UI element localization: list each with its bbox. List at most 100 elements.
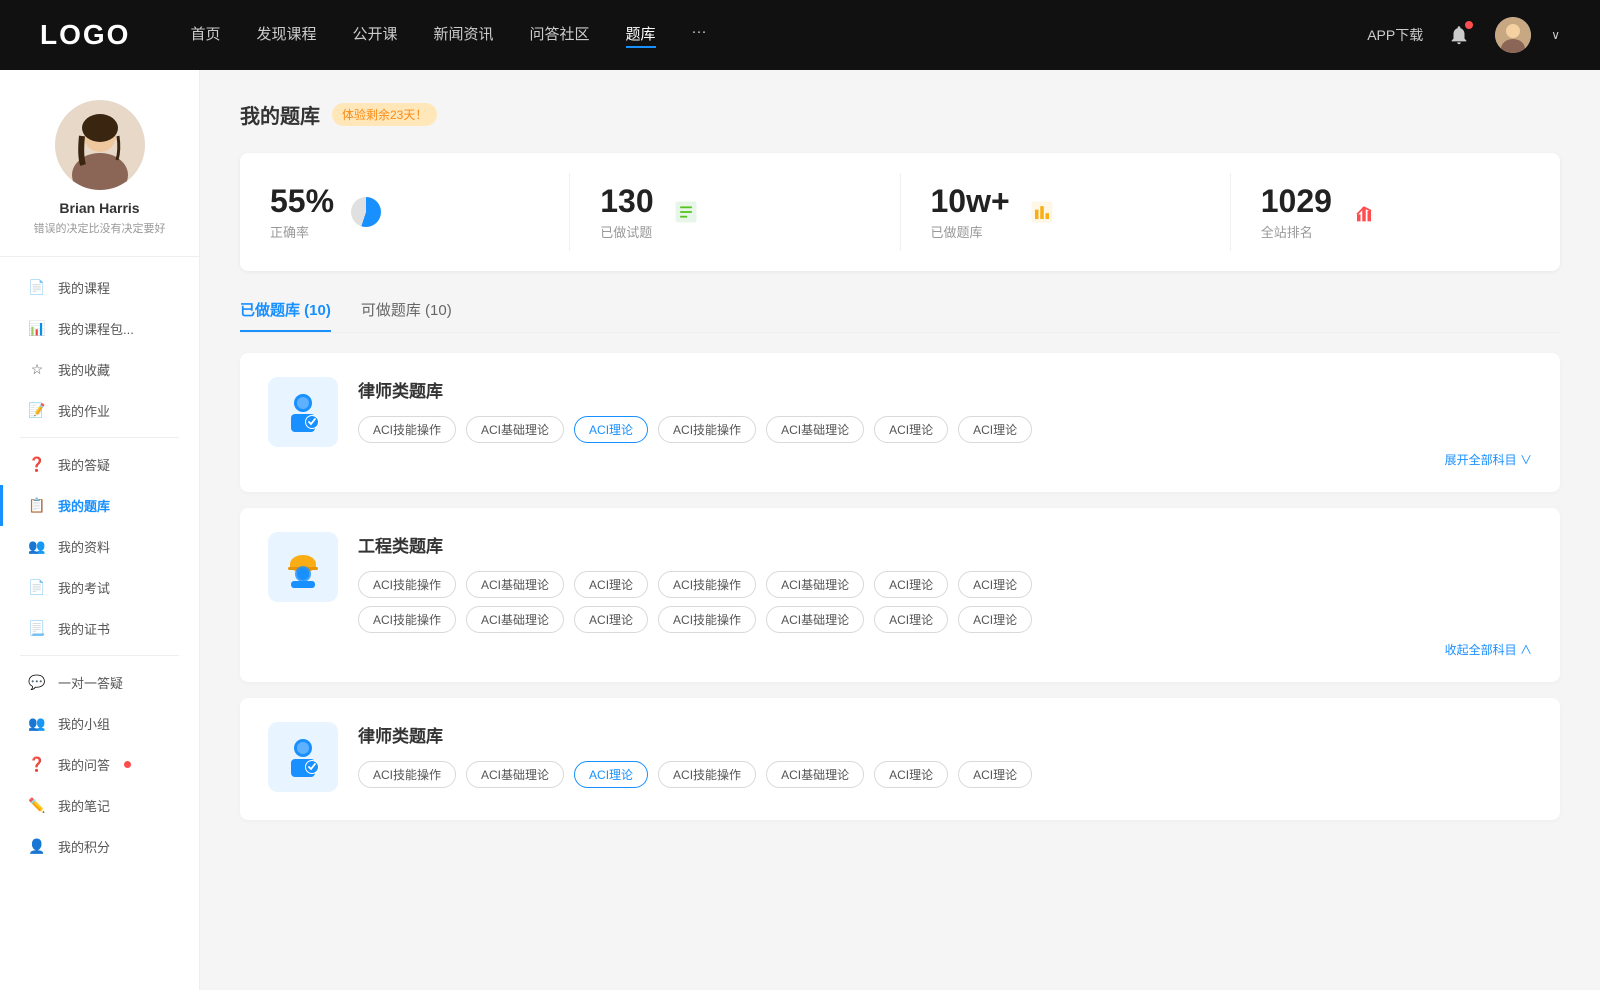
tabs-row: 已做题库 (10) 可做题库 (10) — [240, 299, 1560, 333]
page-title: 我的题库 — [240, 100, 320, 129]
stats-row: 55% 正确率 130 已做试题 — [240, 153, 1560, 271]
sidebar-item-label: 我的问答 — [58, 755, 110, 774]
tags-row-lawyer-2: ACI技能操作 ACI基础理论 ACI理论 ACI技能操作 ACI基础理论 AC… — [358, 761, 1532, 788]
sidebar-menu: 📄 我的课程 📊 我的课程包... ☆ 我的收藏 📝 我的作业 ❓ 我的答疑 � — [0, 257, 199, 877]
nav-qa[interactable]: 问答社区 — [530, 23, 590, 48]
sidebar-item-my-certs[interactable]: 📃 我的证书 — [0, 608, 199, 649]
tag[interactable]: ACI技能操作 — [658, 761, 756, 788]
certs-icon: 📃 — [28, 620, 46, 637]
qbank-card-engineer-1: 工程类题库 ACI技能操作 ACI基础理论 ACI理论 ACI技能操作 ACI基… — [240, 508, 1560, 682]
qbank-icon-lawyer — [268, 377, 338, 447]
logo: LOGO — [40, 19, 130, 51]
nav-news[interactable]: 新闻资讯 — [434, 23, 494, 48]
sidebar-item-my-exams[interactable]: 📄 我的考试 — [0, 567, 199, 608]
tag[interactable]: ACI理论 — [958, 761, 1032, 788]
qbank-card-lawyer-2: 律师类题库 ACI技能操作 ACI基础理论 ACI理论 ACI技能操作 ACI基… — [240, 698, 1560, 820]
tag[interactable]: ACI基础理论 — [766, 761, 864, 788]
qbank-icon-lawyer-2 — [268, 722, 338, 792]
collapse-link-engineer-1[interactable]: 收起全部科目 ∧ — [358, 641, 1532, 658]
navbar-menu: 首页 发现课程 公开课 新闻资讯 问答社区 题库 ··· — [190, 23, 1367, 48]
user-menu-chevron[interactable]: ∨ — [1551, 28, 1560, 42]
ranking-icon — [1346, 194, 1382, 230]
qbank-title-lawyer-1: 律师类题库 — [358, 377, 1532, 402]
tag[interactable]: ACI技能操作 — [358, 571, 456, 598]
done-questions-icon — [668, 194, 704, 230]
notification-button[interactable] — [1443, 19, 1475, 51]
main-content: 我的题库 体验剩余23天！ 55% 正确率 130 已做试题 — [200, 70, 1600, 990]
stat-done-banks-label: 已做题库 — [931, 222, 1010, 241]
tab-done[interactable]: 已做题库 (10) — [240, 299, 331, 332]
stat-done-questions: 130 已做试题 — [570, 173, 900, 251]
stat-ranking-value: 1029 — [1261, 183, 1332, 220]
page-title-row: 我的题库 体验剩余23天！ — [240, 100, 1560, 129]
nav-home[interactable]: 首页 — [190, 23, 220, 48]
nav-openclass[interactable]: 公开课 — [352, 23, 397, 48]
sidebar-item-my-favorites[interactable]: ☆ 我的收藏 — [0, 349, 199, 390]
sidebar-item-my-homework[interactable]: 📝 我的作业 — [0, 390, 199, 431]
nav-discover[interactable]: 发现课程 — [256, 23, 316, 48]
notes-icon: ✏️ — [28, 797, 46, 814]
tag[interactable]: ACI基础理论 — [766, 571, 864, 598]
tag[interactable]: ACI理论 — [574, 606, 648, 633]
stat-done-q-label: 已做试题 — [600, 222, 653, 241]
sidebar-item-label: 我的笔记 — [58, 796, 110, 815]
app-download-link[interactable]: APP下载 — [1367, 25, 1423, 45]
stat-done-banks: 10w+ 已做题库 — [901, 173, 1231, 251]
questions-red-dot — [124, 761, 131, 768]
tag[interactable]: ACI技能操作 — [658, 571, 756, 598]
sidebar-item-label: 我的答疑 — [58, 455, 110, 474]
nav-more[interactable]: ··· — [692, 23, 707, 48]
sidebar-item-my-data[interactable]: 👥 我的资料 — [0, 526, 199, 567]
stat-accuracy-label: 正确率 — [270, 222, 334, 241]
sidebar-item-label: 我的作业 — [58, 401, 110, 420]
stat-ranking-label: 全站排名 — [1261, 222, 1332, 241]
tag[interactable]: ACI基础理论 — [466, 606, 564, 633]
tag[interactable]: ACI理论 — [958, 416, 1032, 443]
tag[interactable]: ACI理论 — [874, 606, 948, 633]
sidebar-item-one-on-one[interactable]: 💬 一对一答疑 — [0, 662, 199, 703]
navbar: LOGO 首页 发现课程 公开课 新闻资讯 问答社区 题库 ··· APP下载 … — [0, 0, 1600, 70]
sidebar-item-my-courses[interactable]: 📄 我的课程 — [0, 267, 199, 308]
tag[interactable]: ACI基础理论 — [766, 606, 864, 633]
qa-icon: ❓ — [28, 456, 46, 473]
tag-active[interactable]: ACI理论 — [574, 761, 648, 788]
sidebar-item-my-group[interactable]: 👥 我的小组 — [0, 703, 199, 744]
tag[interactable]: ACI理论 — [874, 761, 948, 788]
sidebar-item-my-notes[interactable]: ✏️ 我的笔记 — [0, 785, 199, 826]
sidebar: Brian Harris 错误的决定比没有决定要好 📄 我的课程 📊 我的课程包… — [0, 70, 200, 990]
tag[interactable]: ACI技能操作 — [658, 416, 756, 443]
sidebar-item-my-qbank[interactable]: 📋 我的题库 — [0, 485, 199, 526]
tag[interactable]: ACI技能操作 — [358, 606, 456, 633]
tag[interactable]: ACI技能操作 — [358, 416, 456, 443]
tag[interactable]: ACI理论 — [874, 571, 948, 598]
sidebar-item-label: 我的课程包... — [58, 319, 134, 338]
tag[interactable]: ACI技能操作 — [658, 606, 756, 633]
tag[interactable]: ACI理论 — [574, 571, 648, 598]
tab-available[interactable]: 可做题库 (10) — [361, 299, 452, 332]
tag[interactable]: ACI基础理论 — [766, 416, 864, 443]
sidebar-item-my-packages[interactable]: 📊 我的课程包... — [0, 308, 199, 349]
profile-avatar — [55, 100, 145, 190]
sidebar-item-my-qa[interactable]: ❓ 我的答疑 — [0, 444, 199, 485]
tag[interactable]: ACI理论 — [958, 571, 1032, 598]
sidebar-profile: Brian Harris 错误的决定比没有决定要好 — [0, 100, 199, 257]
user-avatar[interactable] — [1495, 17, 1531, 53]
tag[interactable]: ACI基础理论 — [466, 761, 564, 788]
qbank-card-lawyer-1: 律师类题库 ACI技能操作 ACI基础理论 ACI理论 ACI技能操作 ACI基… — [240, 353, 1560, 492]
expand-link-lawyer-1[interactable]: 展开全部科目 ∨ — [358, 451, 1532, 468]
tags-row-lawyer-1: ACI技能操作 ACI基础理论 ACI理论 ACI技能操作 ACI基础理论 AC… — [358, 416, 1532, 443]
tag[interactable]: ACI理论 — [958, 606, 1032, 633]
sidebar-item-label: 我的小组 — [58, 714, 110, 733]
tag[interactable]: ACI理论 — [874, 416, 948, 443]
sidebar-item-label: 我的考试 — [58, 578, 110, 597]
nav-qbank[interactable]: 题库 — [626, 23, 656, 48]
tag[interactable]: ACI基础理论 — [466, 571, 564, 598]
qbank-icon-engineer — [268, 532, 338, 602]
tag[interactable]: ACI技能操作 — [358, 761, 456, 788]
favorites-icon: ☆ — [28, 361, 46, 378]
tag-active[interactable]: ACI理论 — [574, 416, 648, 443]
sidebar-item-my-points[interactable]: 👤 我的积分 — [0, 826, 199, 867]
tag[interactable]: ACI基础理论 — [466, 416, 564, 443]
sidebar-item-label: 我的课程 — [58, 278, 110, 297]
sidebar-item-my-questions[interactable]: ❓ 我的问答 — [0, 744, 199, 785]
